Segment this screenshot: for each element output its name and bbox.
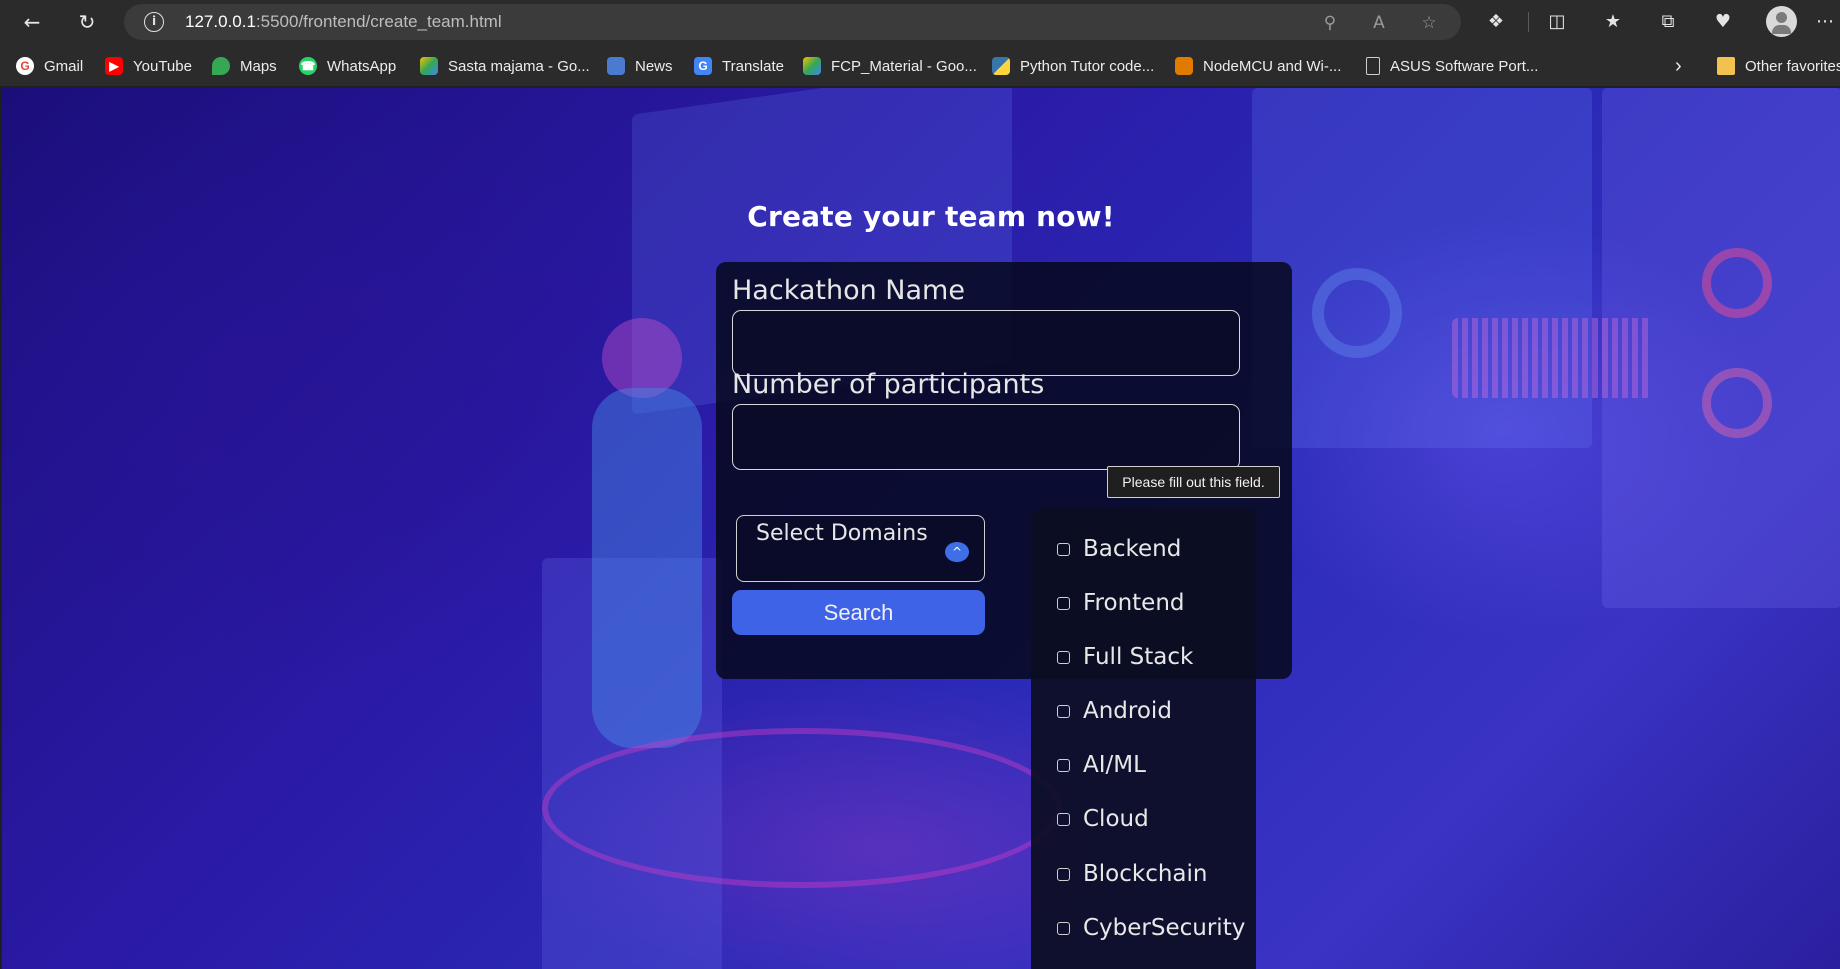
- bookmark-asus[interactable]: ASUS Software Port...: [1366, 56, 1538, 76]
- checkbox[interactable]: [1057, 650, 1070, 664]
- nodemcu-icon: [1175, 57, 1193, 75]
- domain-option-full-stack[interactable]: Full Stack: [1057, 642, 1193, 672]
- checkbox[interactable]: [1057, 596, 1070, 610]
- site-info-icon[interactable]: i: [144, 12, 164, 32]
- domain-option-android[interactable]: Android: [1057, 696, 1172, 726]
- bookmark-whatsapp[interactable]: ☎ WhatsApp: [299, 56, 396, 76]
- split-screen-icon[interactable]: ◫: [1544, 9, 1570, 35]
- news-icon: [607, 57, 625, 75]
- checkbox[interactable]: [1057, 812, 1070, 826]
- browser-toolbar: ← ↻ i 127.0.0.1:5500/frontend/create_tea…: [0, 0, 1840, 44]
- domain-option-cybersecurity[interactable]: CyberSecurity: [1057, 913, 1245, 943]
- chevron-up-icon[interactable]: ^: [945, 542, 969, 562]
- background-figure-body: [592, 388, 702, 748]
- page-title: Create your team now!: [747, 200, 1115, 233]
- page-background: Create your team now! Hackathon Name Num…: [2, 88, 1840, 969]
- drive-icon: [420, 57, 438, 75]
- checkbox[interactable]: [1057, 704, 1070, 718]
- profile-avatar[interactable]: [1766, 6, 1797, 37]
- select-domains-dropdown[interactable]: Select Domains ^: [736, 515, 985, 582]
- extensions-icon[interactable]: ❖: [1483, 9, 1509, 35]
- hackathon-name-label: Hackathon Name: [732, 275, 965, 306]
- more-menu-icon[interactable]: ⋯: [1812, 9, 1838, 35]
- domain-option-backend[interactable]: Backend: [1057, 534, 1181, 564]
- background-bars: [1452, 318, 1652, 398]
- search-button[interactable]: Search: [732, 590, 985, 635]
- favorite-star-icon[interactable]: ☆: [1417, 11, 1441, 35]
- favorites-icon[interactable]: ★: [1600, 9, 1626, 35]
- collections-icon[interactable]: ⧉: [1655, 9, 1681, 35]
- bookmark-maps[interactable]: Maps: [212, 56, 277, 76]
- bookmark-news[interactable]: News: [607, 56, 673, 76]
- background-donut: [1312, 268, 1402, 358]
- python-icon: [992, 57, 1010, 75]
- bookmark-translate[interactable]: G Translate: [694, 56, 784, 76]
- participants-input[interactable]: [732, 404, 1240, 470]
- background-donut: [1702, 248, 1772, 318]
- url-text[interactable]: 127.0.0.1:5500/frontend/create_team.html: [185, 12, 502, 32]
- bookmark-youtube[interactable]: ▶ YouTube: [105, 56, 192, 76]
- checkbox[interactable]: [1057, 758, 1070, 772]
- reload-icon[interactable]: ↻: [73, 8, 101, 36]
- bookmark-nodemcu[interactable]: NodeMCU and Wi-...: [1175, 56, 1341, 76]
- whatsapp-icon: ☎: [299, 57, 317, 75]
- validation-tooltip: Please fill out this field.: [1107, 466, 1280, 498]
- bookmarks-overflow-chevron-icon[interactable]: ›: [1675, 55, 1682, 77]
- domain-option-cloud[interactable]: Cloud: [1057, 804, 1149, 834]
- page-icon: [1366, 57, 1380, 75]
- maps-icon: [212, 57, 230, 75]
- background-figure-head: [602, 318, 682, 398]
- participants-label: Number of participants: [732, 369, 1045, 400]
- translate-icon: G: [694, 57, 712, 75]
- bookmark-python-tutor[interactable]: Python Tutor code...: [992, 56, 1154, 76]
- toolbar-divider: [1528, 12, 1529, 32]
- checkbox[interactable]: [1057, 921, 1070, 935]
- checkbox[interactable]: [1057, 542, 1070, 556]
- bookmark-gmail[interactable]: G Gmail: [16, 56, 83, 76]
- checkbox[interactable]: [1057, 867, 1070, 881]
- domain-option-frontend[interactable]: Frontend: [1057, 588, 1185, 618]
- background-ring: [542, 728, 1062, 888]
- domain-option-blockchain[interactable]: Blockchain: [1057, 859, 1208, 889]
- bookmark-fcp-material[interactable]: FCP_Material - Goo...: [803, 56, 977, 76]
- background-donut: [1702, 368, 1772, 438]
- address-bar[interactable]: i 127.0.0.1:5500/frontend/create_team.ht…: [124, 4, 1461, 40]
- bookmarks-bar: G Gmail ▶ YouTube Maps ☎ WhatsApp Sasta maj…: [0, 44, 1840, 86]
- bookmark-sasta-majama[interactable]: Sasta majama - Go...: [420, 56, 590, 76]
- drive-icon: [803, 57, 821, 75]
- domain-option-ai-ml[interactable]: AI/ML: [1057, 750, 1146, 780]
- zoom-icon[interactable]: ⚲: [1318, 11, 1342, 35]
- hackathon-name-input[interactable]: [732, 310, 1240, 376]
- bookmark-other-favorites[interactable]: Other favorites: [1717, 56, 1840, 76]
- select-domains-label: Select Domains: [756, 521, 928, 546]
- gmail-icon: G: [16, 57, 34, 75]
- back-arrow-icon[interactable]: ←: [18, 8, 46, 36]
- youtube-icon: ▶: [105, 57, 123, 75]
- folder-icon: [1717, 57, 1735, 75]
- read-aloud-icon[interactable]: A: [1367, 11, 1391, 35]
- browser-essentials-icon[interactable]: ♥: [1710, 9, 1736, 35]
- domains-dropdown-menu: Backend Frontend Full Stack Android AI/M…: [1031, 508, 1256, 969]
